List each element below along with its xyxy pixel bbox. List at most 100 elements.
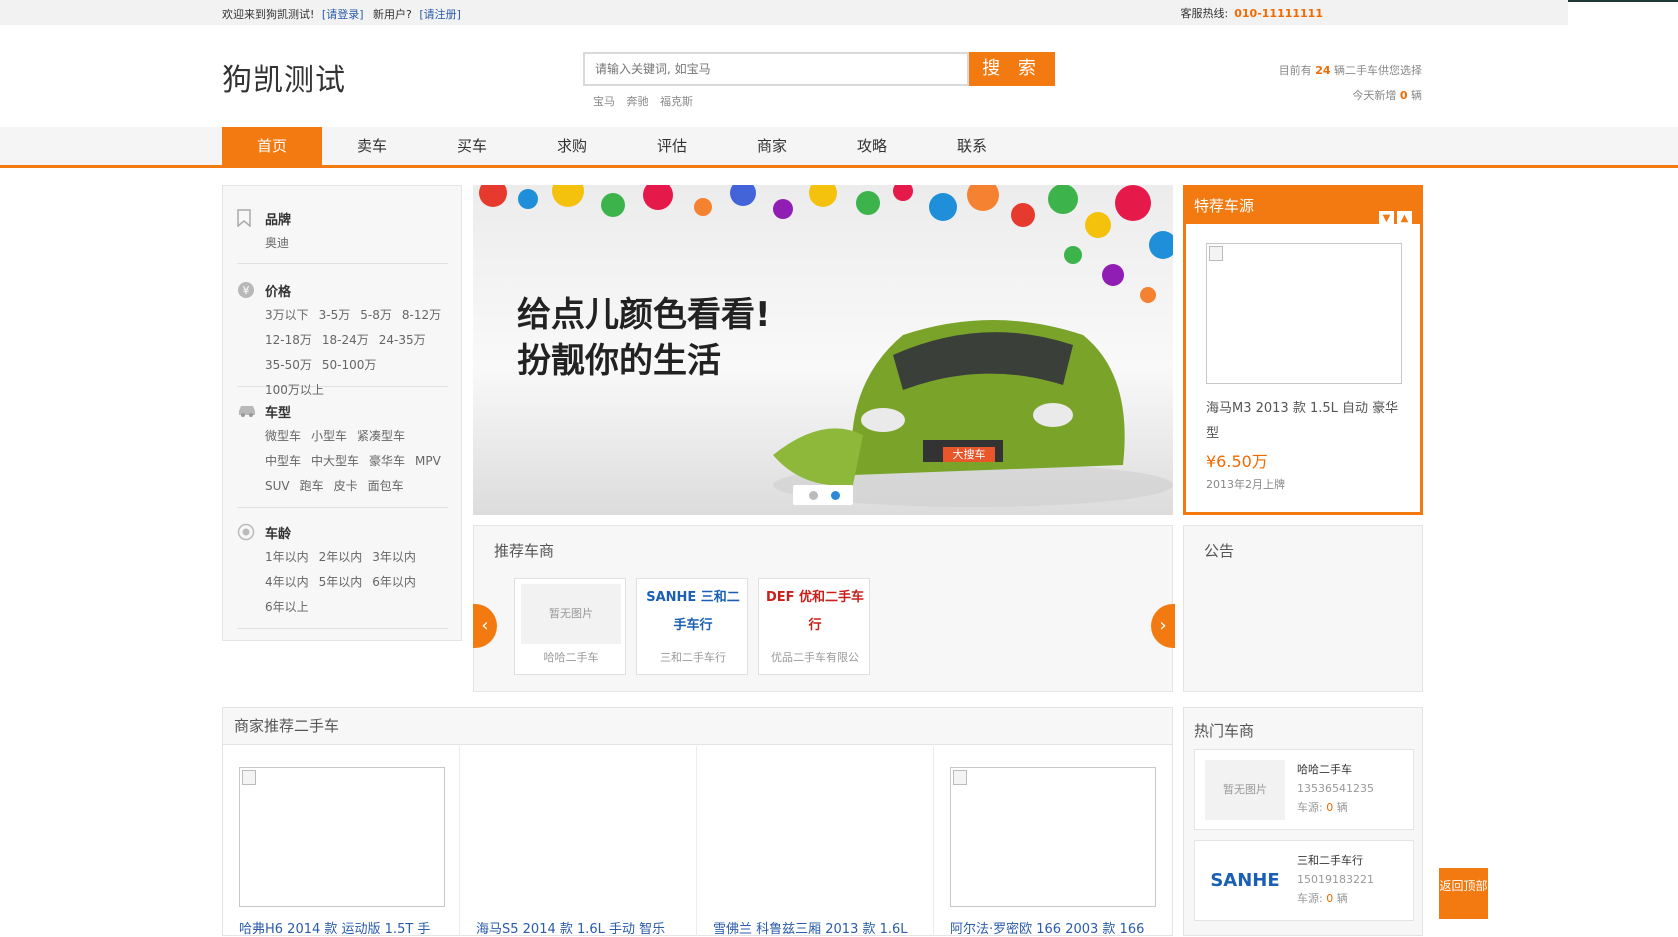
car-card[interactable]: 阿尔法·罗密欧 166 2003 款 166 bbox=[934, 746, 1171, 937]
featured-car-title[interactable]: 海马M3 2013 款 1.5L 自动 豪华型 bbox=[1206, 396, 1406, 446]
filter-option[interactable]: 4年以内 bbox=[265, 575, 309, 589]
back-to-top-button[interactable]: 返回顶部 bbox=[1439, 868, 1488, 919]
nav-wanted[interactable]: 求购 bbox=[522, 127, 622, 165]
hot-keyword[interactable]: 奔驰 bbox=[627, 95, 649, 108]
filter-option[interactable]: 6年以内 bbox=[372, 575, 416, 589]
dealer-card[interactable]: SANHE 三和二手车行 三和二手车行 bbox=[636, 578, 748, 675]
filter-option[interactable]: 3年以内 bbox=[372, 550, 416, 564]
chevron-down-icon[interactable]: ▼ bbox=[1379, 211, 1394, 226]
broken-image-icon bbox=[1209, 246, 1223, 261]
chevron-up-icon[interactable]: ▲ bbox=[1397, 211, 1412, 226]
site-stats: 目前有 24 辆二手车供您选择 今天新增 0 辆 bbox=[1279, 58, 1422, 108]
carousel-dot[interactable] bbox=[809, 491, 818, 500]
car-title[interactable]: 雪佛兰 科鲁兹三厢 2013 款 1.6L bbox=[713, 918, 923, 937]
featured-car-date: 2013年2月上牌 bbox=[1206, 478, 1285, 491]
hot-keyword[interactable]: 福克斯 bbox=[660, 95, 693, 108]
nav-evaluate[interactable]: 评估 bbox=[622, 127, 722, 165]
car-card[interactable]: 海马S5 2014 款 1.6L 手动 智乐 bbox=[460, 746, 697, 937]
hot-dealer-card[interactable]: 暂无图片 哈哈二手车 13536541235 车源: 0 辆 bbox=[1194, 749, 1414, 830]
stats-today-prefix: 今天新增 bbox=[1352, 89, 1397, 102]
nav-buy[interactable]: 买车 bbox=[422, 127, 522, 165]
top-bar: 欢迎来到狗凯测试! [请登录] 新用户? [请注册] 客服热线: 010-1111… bbox=[0, 0, 1568, 25]
filter-type: 车型 微型车 小型车 紧凑型车 中型车 中大型车 豪华车 MPV SUV 跑车 皮卡 面包车 bbox=[237, 402, 448, 508]
filter-option[interactable]: 6年以上 bbox=[265, 600, 309, 614]
car-card[interactable]: 哈弗H6 2014 款 运动版 1.5T 手 bbox=[223, 746, 460, 937]
filter-option[interactable]: SUV bbox=[265, 479, 290, 493]
filter-age-options: 1年以内 2年以内 3年以内 4年以内 5年以内 6年以内 6年以上 bbox=[265, 545, 455, 620]
stock-unit: 辆 bbox=[1336, 801, 1348, 814]
filter-option[interactable]: 跑车 bbox=[300, 479, 324, 493]
filter-option[interactable]: 5-8万 bbox=[360, 308, 392, 322]
featured-car-image[interactable] bbox=[1206, 243, 1402, 384]
carousel-dot-active[interactable] bbox=[831, 491, 840, 500]
nav-guides[interactable]: 攻略 bbox=[822, 127, 922, 165]
hot-dealer-card[interactable]: SANHE 三和二手车行 15019183221 车源: 0 辆 bbox=[1194, 840, 1414, 921]
filter-option[interactable]: 2年以内 bbox=[319, 550, 363, 564]
filter-option[interactable]: 3-5万 bbox=[319, 308, 351, 322]
featured-title: 特荐车源 bbox=[1194, 197, 1255, 215]
stats-today: 今天新增 0 辆 bbox=[1279, 83, 1422, 108]
recommended-title: 商家推荐二手车 bbox=[223, 708, 1172, 745]
filter-option[interactable]: 面包车 bbox=[368, 479, 404, 493]
hot-dealer-logo: 暂无图片 bbox=[1205, 760, 1285, 820]
filter-option[interactable]: 1年以内 bbox=[265, 550, 309, 564]
hot-dealer-stock: 车源: 0 辆 bbox=[1297, 889, 1374, 908]
stats-today-count: 0 bbox=[1399, 89, 1408, 102]
hot-dealer-name: 哈哈二手车 bbox=[1297, 763, 1352, 776]
stats-total: 目前有 24 辆二手车供您选择 bbox=[1279, 58, 1422, 83]
dealer-card[interactable]: DEF 优和二手车行 优品二手车有限公 bbox=[758, 578, 870, 675]
search-button[interactable]: 搜 索 bbox=[969, 52, 1055, 86]
filter-option[interactable]: 50-100万 bbox=[322, 358, 377, 372]
stats-total-count: 24 bbox=[1315, 64, 1331, 77]
filter-option[interactable]: 100万以上 bbox=[265, 383, 324, 397]
filter-option[interactable]: 12-18万 bbox=[265, 333, 312, 347]
filter-option[interactable]: 中大型车 bbox=[311, 454, 359, 468]
filter-option[interactable]: 3万以下 bbox=[265, 308, 309, 322]
hot-dealer-name: 三和二手车行 bbox=[1297, 854, 1363, 867]
filter-option[interactable]: 紧凑型车 bbox=[357, 429, 405, 443]
car-title[interactable]: 海马S5 2014 款 1.6L 手动 智乐 bbox=[476, 918, 686, 937]
filter-option[interactable]: 微型车 bbox=[265, 429, 301, 443]
login-link[interactable]: [请登录] bbox=[322, 8, 364, 21]
nav-dealers[interactable]: 商家 bbox=[722, 127, 822, 165]
nav-contact[interactable]: 联系 bbox=[922, 127, 1022, 165]
filter-price-title: 价格 bbox=[265, 285, 292, 300]
filter-option[interactable]: 中型车 bbox=[265, 454, 301, 468]
filter-option[interactable]: 8-12万 bbox=[402, 308, 441, 322]
car-title[interactable]: 哈弗H6 2014 款 运动版 1.5T 手 bbox=[239, 918, 449, 937]
banner-plate: 大搜车 bbox=[952, 448, 986, 461]
car-image[interactable] bbox=[239, 767, 445, 907]
filter-option[interactable]: 小型车 bbox=[311, 429, 347, 443]
filter-option[interactable]: 18-24万 bbox=[322, 333, 369, 347]
car-card[interactable]: 雪佛兰 科鲁兹三厢 2013 款 1.6L bbox=[697, 746, 934, 937]
car-title[interactable]: 阿尔法·罗密欧 166 2003 款 166 bbox=[950, 918, 1160, 937]
hot-dealer-logo: SANHE bbox=[1205, 851, 1285, 911]
promo-banner[interactable]: 给点儿颜色看看! 扮靓你的生活 大搜车 bbox=[473, 185, 1173, 515]
main-nav: 首页 卖车 买车 求购 评估 商家 攻略 联系 bbox=[0, 127, 1678, 168]
nav-sell[interactable]: 卖车 bbox=[322, 127, 422, 165]
site-logo[interactable]: 狗凯测试 bbox=[222, 55, 346, 99]
bookmark-icon bbox=[237, 209, 255, 228]
register-link[interactable]: [请注册] bbox=[419, 8, 461, 21]
car-image[interactable] bbox=[950, 767, 1156, 907]
hotline-label: 客服热线: bbox=[1180, 7, 1229, 20]
filter-option[interactable]: 35-50万 bbox=[265, 358, 312, 372]
filter-option[interactable]: 皮卡 bbox=[334, 479, 358, 493]
filter-option[interactable]: 奥迪 bbox=[265, 236, 289, 250]
welcome-area: 欢迎来到狗凯测试! [请登录] 新用户? [请注册] bbox=[222, 6, 467, 22]
filter-option[interactable]: 5年以内 bbox=[319, 575, 363, 589]
filter-option[interactable]: 豪华车 bbox=[369, 454, 405, 468]
filter-type-title: 车型 bbox=[265, 406, 292, 421]
search-input[interactable] bbox=[583, 52, 969, 86]
filter-sidebar: 品牌 奥迪 ¥ 价格 3万以下 3-5万 5-8万 8-12万 12-18万 18-24… bbox=[222, 185, 462, 641]
chevron-left-icon[interactable]: ‹ bbox=[473, 604, 497, 648]
hot-keyword[interactable]: 宝马 bbox=[593, 95, 615, 108]
dealer-card[interactable]: 暂无图片 哈哈二手车 bbox=[514, 578, 626, 675]
nav-home[interactable]: 首页 bbox=[222, 127, 322, 165]
car-icon bbox=[237, 402, 255, 420]
new-user-text: 新用户? bbox=[373, 8, 412, 21]
filter-option[interactable]: 24-35万 bbox=[379, 333, 426, 347]
chevron-right-icon[interactable]: › bbox=[1151, 604, 1175, 648]
filter-option[interactable]: MPV bbox=[415, 454, 441, 468]
hot-dealer-phone: 13536541235 bbox=[1297, 782, 1374, 795]
